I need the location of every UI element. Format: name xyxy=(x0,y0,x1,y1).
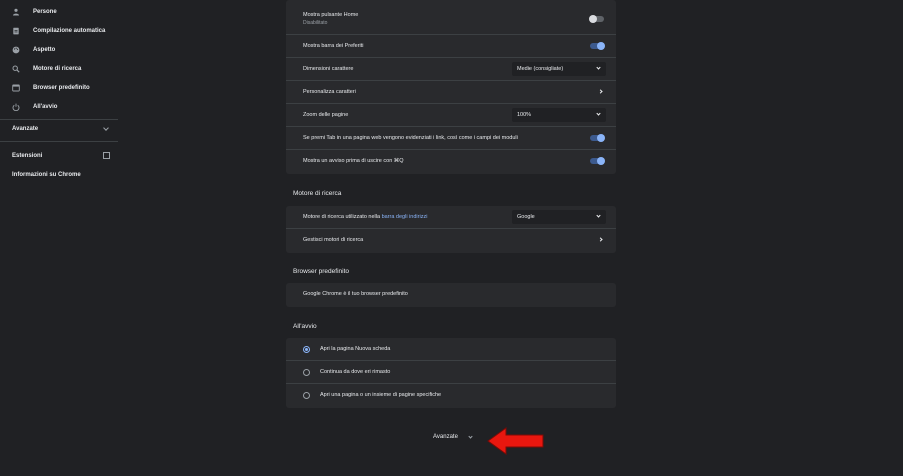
browser-icon xyxy=(12,84,20,92)
radio-button-checked[interactable] xyxy=(303,346,310,353)
manage-search-engines-row[interactable]: Gestisci motori di ricerca xyxy=(286,229,616,252)
chevron-down-icon xyxy=(596,213,601,218)
sidebar: Persone Compilazione automatica Aspetto … xyxy=(0,0,118,476)
startup-option-new-tab[interactable]: Apri la pagina Nuova scheda xyxy=(286,338,616,361)
chevron-right-icon xyxy=(598,237,603,242)
quit-warning-toggle[interactable] xyxy=(590,157,605,165)
sidebar-item-appearance[interactable]: Aspetto xyxy=(0,41,118,59)
on-startup-title: All'avvio xyxy=(293,323,317,330)
sidebar-about-label: Informazioni su Chrome xyxy=(12,172,81,178)
bookmarks-bar-row[interactable]: Mostra barra dei Preferiti xyxy=(286,35,616,58)
on-startup-card: Apri la pagina Nuova scheda Continua da … xyxy=(286,338,616,408)
page-zoom-select[interactable]: 100% xyxy=(512,108,606,122)
radio-button[interactable] xyxy=(303,369,310,376)
startup-option-label: Continua da dove eri rimasto xyxy=(320,369,391,375)
home-button-row[interactable]: Mostra pulsante Home Disabilitato xyxy=(286,0,616,35)
red-arrow-annotation-icon xyxy=(487,427,544,455)
sidebar-item-on-startup[interactable]: All'avvio xyxy=(0,98,118,116)
sidebar-advanced-toggle[interactable]: Avanzate xyxy=(0,120,118,138)
page-zoom-label: Zoom delle pagine xyxy=(303,112,349,118)
default-browser-status: Google Chrome è il tuo browser predefini… xyxy=(303,291,408,297)
chevron-down-icon xyxy=(596,65,601,70)
appearance-card: Mostra pulsante Home Disabilitato Mostra… xyxy=(286,0,616,174)
startup-option-label: Apri la pagina Nuova scheda xyxy=(320,346,391,352)
home-button-label: Mostra pulsante Home xyxy=(303,12,359,18)
clipboard-icon xyxy=(12,27,20,35)
bookmarks-bar-toggle[interactable] xyxy=(590,42,605,50)
address-bar-link[interactable]: barra degli indirizzi xyxy=(382,214,428,220)
sidebar-item-label: All'avvio xyxy=(33,104,58,110)
sidebar-item-label: Motore di ricerca xyxy=(33,66,82,72)
person-icon xyxy=(12,8,20,16)
quit-warning-label: Mostra un avviso prima di uscire con ⌘Q xyxy=(303,158,404,164)
home-button-sublabel: Disabilitato xyxy=(303,20,328,26)
search-engine-label: Motore di ricerca utilizzato nella barra… xyxy=(303,214,428,220)
search-engine-card: Motore di ricerca utilizzato nella barra… xyxy=(286,206,616,253)
font-size-label: Dimensioni carattere xyxy=(303,66,354,72)
sidebar-extensions-label: Estensioni xyxy=(12,153,43,159)
sidebar-item-default-browser[interactable]: Browser predefinito xyxy=(0,79,118,97)
chevron-down-icon xyxy=(596,111,601,116)
sidebar-item-about-chrome[interactable]: Informazioni su Chrome xyxy=(0,166,118,184)
sidebar-item-label: Aspetto xyxy=(33,47,56,53)
search-engine-select[interactable]: Google xyxy=(512,210,606,224)
quit-warning-row[interactable]: Mostra un avviso prima di uscire con ⌘Q xyxy=(286,150,616,173)
sidebar-item-label: Persone xyxy=(33,9,57,15)
sidebar-item-autofill[interactable]: Compilazione automatica xyxy=(0,22,118,40)
startup-option-continue[interactable]: Continua da dove eri rimasto xyxy=(286,361,616,384)
font-size-row: Dimensioni carattere Medie (consigliate) xyxy=(286,58,616,81)
tab-highlight-row[interactable]: Se premi Tab in una pagina web vengono e… xyxy=(286,127,616,150)
chevron-right-icon xyxy=(598,89,603,94)
power-icon xyxy=(12,103,20,111)
tab-highlight-toggle[interactable] xyxy=(590,134,605,142)
sidebar-item-label: Browser predefinito xyxy=(33,85,90,91)
search-icon xyxy=(12,65,20,73)
advanced-settings-button[interactable]: Avanzate xyxy=(433,434,458,440)
default-browser-title: Browser predefinito xyxy=(293,268,349,275)
sidebar-advanced-label: Avanzate xyxy=(12,126,39,132)
bookmarks-bar-label: Mostra barra dei Preferiti xyxy=(303,43,364,49)
page-zoom-row: Zoom delle pagine 100% xyxy=(286,104,616,127)
home-button-toggle[interactable] xyxy=(589,15,604,23)
default-browser-card: Google Chrome è il tuo browser predefini… xyxy=(286,283,616,307)
font-size-select[interactable]: Medie (consigliate) xyxy=(512,62,606,76)
sidebar-item-persone[interactable]: Persone xyxy=(0,3,118,21)
startup-option-specific-pages[interactable]: Apri una pagina o un insieme di pagine s… xyxy=(286,384,616,407)
sidebar-item-label: Compilazione automatica xyxy=(33,28,106,34)
default-browser-row: Google Chrome è il tuo browser predefini… xyxy=(286,283,616,306)
startup-option-label: Apri una pagina o un insieme di pagine s… xyxy=(320,392,442,398)
customize-fonts-row[interactable]: Personalizza caratteri xyxy=(286,81,616,104)
customize-fonts-label: Personalizza caratteri xyxy=(303,89,356,95)
palette-icon xyxy=(12,46,20,54)
radio-button[interactable] xyxy=(303,392,310,399)
chevron-down-icon xyxy=(103,125,109,131)
search-engine-title: Motore di ricerca xyxy=(293,190,342,197)
divider xyxy=(0,141,118,142)
manage-search-engines-label: Gestisci motori di ricerca xyxy=(303,237,364,243)
chevron-down-icon xyxy=(468,434,473,439)
sidebar-item-extensions[interactable]: Estensioni xyxy=(0,147,118,165)
search-engine-row: Motore di ricerca utilizzato nella barra… xyxy=(286,206,616,229)
tab-highlight-label: Se premi Tab in una pagina web vengono e… xyxy=(303,135,518,141)
sidebar-item-search-engine[interactable]: Motore di ricerca xyxy=(0,60,118,78)
open-in-new-icon xyxy=(103,152,110,159)
